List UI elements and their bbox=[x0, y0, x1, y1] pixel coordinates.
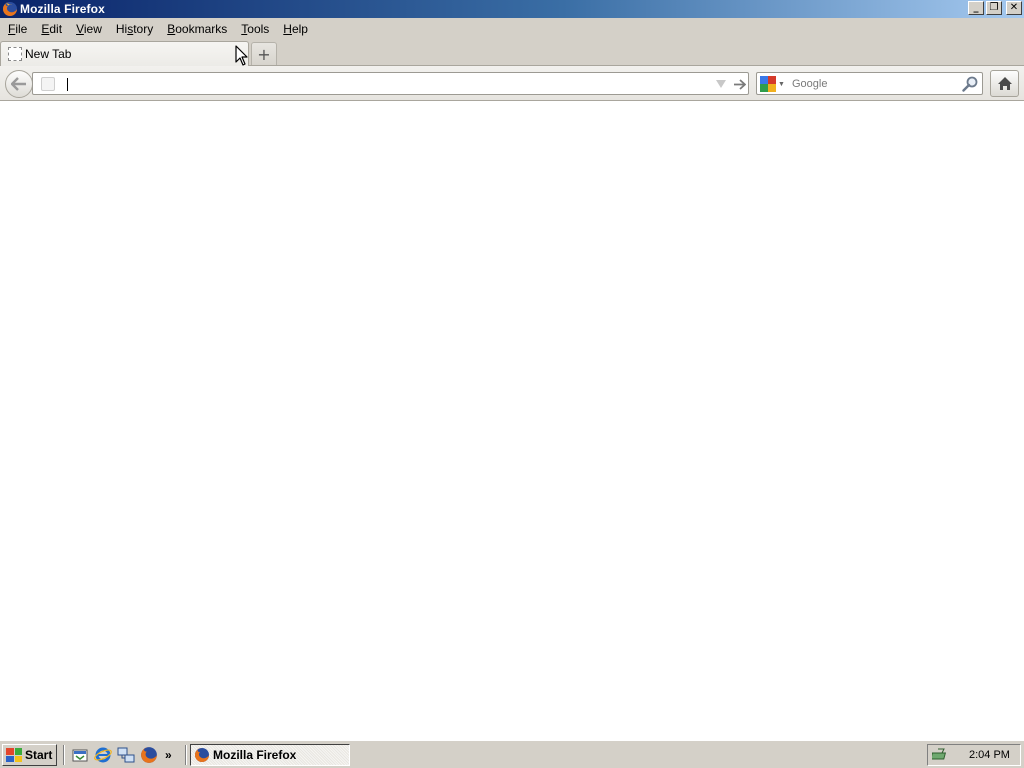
page-content-area[interactable] bbox=[0, 102, 1024, 740]
taskbar-separator bbox=[185, 745, 187, 765]
search-icon[interactable] bbox=[961, 75, 979, 93]
tab-label: New Tab bbox=[25, 47, 72, 61]
start-label: Start bbox=[25, 748, 53, 762]
quick-launch-more-button[interactable]: » bbox=[165, 748, 172, 762]
navigation-toolbar: ▼ bbox=[0, 66, 1024, 101]
firefox-icon bbox=[3, 2, 17, 16]
close-button[interactable]: ✕ bbox=[1006, 1, 1022, 15]
back-arrow-icon bbox=[11, 77, 26, 91]
mouse-pointer-icon bbox=[235, 45, 248, 66]
home-icon bbox=[997, 77, 1012, 90]
tab-strip: New Tab + bbox=[0, 40, 1024, 66]
windows-flag-icon bbox=[6, 748, 22, 762]
menu-help[interactable]: Help bbox=[276, 22, 315, 36]
clock[interactable]: 2:04 PM bbox=[969, 749, 1010, 761]
menu-edit[interactable]: Edit bbox=[34, 22, 69, 36]
start-button[interactable]: Start bbox=[2, 744, 57, 766]
menu-tools[interactable]: Tools bbox=[234, 22, 276, 36]
url-bar[interactable] bbox=[32, 72, 749, 95]
window-title: Mozilla Firefox bbox=[20, 2, 105, 16]
taskbar-button-firefox[interactable]: Mozilla Firefox bbox=[190, 744, 350, 766]
back-button[interactable] bbox=[5, 70, 33, 98]
menu-file[interactable]: File bbox=[1, 22, 34, 36]
site-identity-icon[interactable] bbox=[41, 77, 55, 91]
network-icon[interactable] bbox=[117, 746, 135, 764]
minimize-button[interactable]: _ bbox=[968, 1, 984, 15]
show-desktop-icon[interactable] bbox=[71, 746, 89, 764]
system-tray: 2:04 PM bbox=[927, 744, 1021, 766]
text-cursor bbox=[67, 78, 68, 91]
menu-bar: File Edit View History Bookmarks Tools H… bbox=[0, 18, 1024, 40]
url-history-dropdown-icon[interactable] bbox=[714, 78, 728, 90]
taskbar-separator bbox=[63, 745, 65, 765]
search-engine-selector[interactable]: ▼ bbox=[760, 76, 792, 92]
search-bar[interactable]: ▼ bbox=[756, 72, 983, 95]
url-input[interactable] bbox=[65, 75, 705, 92]
menu-history[interactable]: History bbox=[109, 22, 160, 36]
go-arrow-icon[interactable] bbox=[731, 76, 747, 92]
taskbar: Start » Mozilla Firefox 2:04 PM bbox=[0, 740, 1024, 768]
firefox-icon[interactable] bbox=[140, 746, 158, 764]
internet-explorer-icon[interactable] bbox=[94, 746, 112, 764]
firefox-icon bbox=[195, 748, 209, 762]
chevron-down-icon: ▼ bbox=[778, 80, 785, 88]
search-input[interactable] bbox=[792, 76, 957, 92]
google-icon bbox=[760, 76, 776, 92]
window-controls: _ ❐ ✕ bbox=[968, 1, 1022, 15]
window-title-bar[interactable]: Mozilla Firefox _ ❐ ✕ bbox=[0, 0, 1024, 18]
restore-button[interactable]: ❐ bbox=[986, 1, 1002, 15]
home-button[interactable] bbox=[990, 70, 1019, 97]
new-tab-button[interactable]: + bbox=[251, 42, 277, 65]
quick-launch-bar: » bbox=[71, 746, 172, 764]
menu-bookmarks[interactable]: Bookmarks bbox=[160, 22, 234, 36]
blank-page-icon bbox=[8, 47, 22, 61]
tab-new-tab[interactable]: New Tab bbox=[0, 41, 249, 66]
menu-view[interactable]: View bbox=[69, 22, 109, 36]
safely-remove-hardware-icon[interactable] bbox=[932, 747, 950, 763]
taskbar-button-label: Mozilla Firefox bbox=[213, 748, 297, 762]
